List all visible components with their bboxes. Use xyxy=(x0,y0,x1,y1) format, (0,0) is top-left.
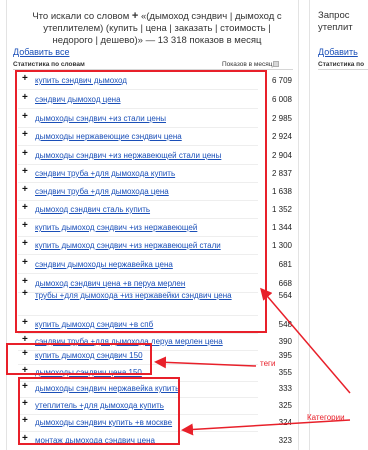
query-column-label: Статистика по словам xyxy=(13,61,85,68)
right-add-all-link[interactable]: Добавить xyxy=(318,47,358,57)
highlight-box-categories xyxy=(18,377,180,445)
categories-annotation: Категории xyxy=(307,413,345,422)
impressions-count: 333 xyxy=(278,384,292,393)
query-column-header: Статистика по словам xyxy=(13,61,85,68)
impressions-column-header: Показов в месяц xyxy=(222,61,280,68)
tags-annotation: теги xyxy=(260,359,276,368)
help-icon[interactable] xyxy=(273,61,280,68)
impressions-count: 564 xyxy=(278,291,292,300)
impressions-count: 2 924 xyxy=(271,132,292,141)
impressions-count: 668 xyxy=(278,279,292,288)
right-header-divider xyxy=(318,69,368,70)
impressions-count: 6 709 xyxy=(271,76,292,85)
impressions-count: 390 xyxy=(278,337,292,346)
header-line3: недорого | дешево)» — 13 318 показов в м… xyxy=(52,35,262,46)
results-header: Что искали со словом + «(дымоход сэндвич… xyxy=(21,10,293,47)
impressions-count: 681 xyxy=(278,260,292,269)
add-all-link[interactable]: Добавить все xyxy=(13,47,69,57)
impressions-count: 395 xyxy=(278,351,292,360)
impressions-count: 1 352 xyxy=(271,205,292,214)
right-header: Запрос утеплит xyxy=(318,10,368,34)
wordstat-screen: Что искали со словом + «(дымоход сэндвич… xyxy=(0,0,368,450)
impressions-count: 2 904 xyxy=(271,151,292,160)
header-line2: утеплителем) (купить | цена | заказать |… xyxy=(43,23,271,34)
plus-icon: + xyxy=(131,10,139,22)
highlight-box-tags xyxy=(6,343,152,375)
header-line1-post: «(дымоход сэндвич | дымоход с xyxy=(140,11,282,22)
header-line1-pre: Что искали со словом xyxy=(32,11,130,22)
row-divider xyxy=(18,333,258,334)
right-header-line1: Запрос xyxy=(318,10,350,21)
impressions-count: 548 xyxy=(278,320,292,329)
impressions-count: 1 344 xyxy=(271,223,292,232)
impressions-column-label: Показов в месяц xyxy=(222,61,273,68)
impressions-count: 324 xyxy=(278,418,292,427)
right-results-panel: Запрос утеплит Добавить Статистика по xyxy=(309,0,368,450)
highlight-box-main xyxy=(15,70,267,333)
impressions-count: 6 008 xyxy=(271,95,292,104)
impressions-count: 355 xyxy=(278,368,292,377)
impressions-count: 323 xyxy=(278,436,292,445)
right-column-header: Статистика по xyxy=(318,61,365,68)
impressions-count: 325 xyxy=(278,401,292,410)
impressions-count: 1 300 xyxy=(271,241,292,250)
right-header-line2: утеплит xyxy=(318,22,353,33)
impressions-count: 2 985 xyxy=(271,114,292,123)
impressions-count: 2 837 xyxy=(271,169,292,178)
impressions-count: 1 638 xyxy=(271,187,292,196)
